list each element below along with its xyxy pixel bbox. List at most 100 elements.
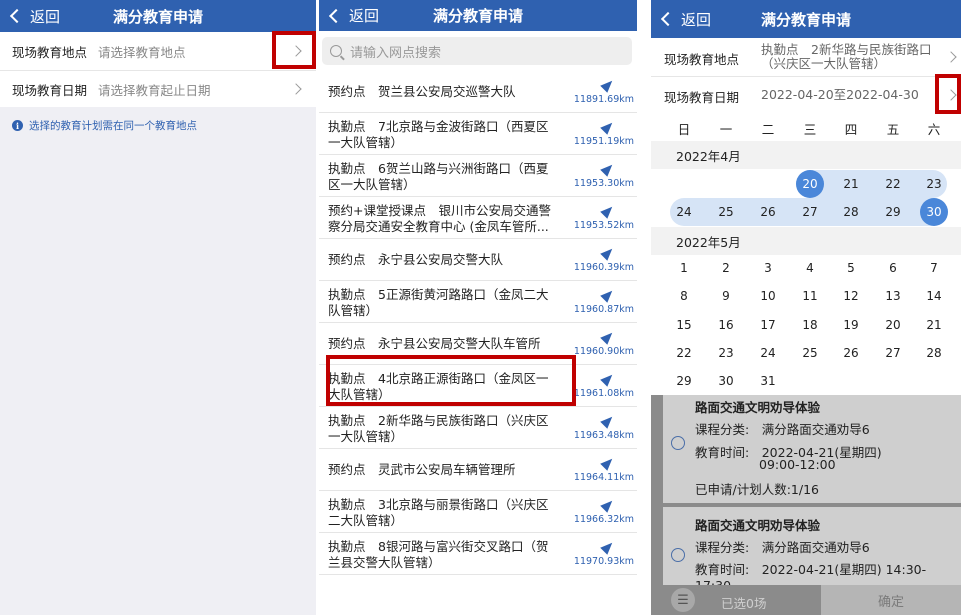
site-list-item[interactable]: 执勤点 3北京路与丽景街路口（兴庆区 二大队管辖） 11966.32km xyxy=(319,491,637,533)
back-button[interactable]: 返回 xyxy=(659,0,711,38)
calendar-day[interactable]: 30 xyxy=(920,198,948,226)
site-list-item[interactable]: 执勤点 6贺兰山路与兴洲街路口（西夏 区一大队管辖） 11953.30km xyxy=(319,155,637,197)
course-card[interactable]: 路面交通文明劝导体验 课程分类: 满分路面交通劝导6 教育时间: 2022-04… xyxy=(663,395,961,503)
calendar-day[interactable]: 27 xyxy=(796,198,824,226)
calendar-day[interactable]: 6 xyxy=(879,254,907,282)
panel-education-form: 返回 满分教育申请 现场教育地点 请选择教育地点 现场教育日期 请选择教育起止日… xyxy=(0,0,316,615)
bottom-bar: ☰ 已选0场 确定 xyxy=(651,585,961,615)
site-list-item[interactable]: 执勤点 5正源街黄河路路口（金凤二大 队管辖） 11960.87km xyxy=(319,281,637,323)
search-input[interactable]: 请输入网点搜索 xyxy=(322,37,632,65)
calendar-day[interactable]: 13 xyxy=(879,282,907,310)
calendar-day[interactable]: 1 xyxy=(670,254,698,282)
weekday-header: 日一二三四五六 xyxy=(651,115,961,139)
location-arrow-icon xyxy=(600,77,616,93)
date-select-row[interactable]: 现场教育日期 请选择教育起止日期 xyxy=(0,71,316,107)
calendar-day[interactable]: 22 xyxy=(879,170,907,198)
date-select-row[interactable]: 现场教育日期 2022-04-20至2022-04-30 xyxy=(651,77,961,114)
location-arrow-icon xyxy=(600,245,616,261)
calendar-day[interactable]: 28 xyxy=(920,339,948,367)
site-distance: 11960.87km xyxy=(573,304,634,315)
calendar-day[interactable]: 10 xyxy=(754,282,782,310)
calendar-day[interactable]: 22 xyxy=(670,339,698,367)
list-icon[interactable]: ☰ xyxy=(671,588,695,612)
calendar-day[interactable]: 27 xyxy=(879,339,907,367)
course-radio[interactable] xyxy=(671,436,685,450)
calendar-day[interactable]: 24 xyxy=(670,198,698,226)
calendar-day[interactable]: 11 xyxy=(796,282,824,310)
panel-site-search: 返回 满分教育申请 请输入网点搜索 预约点 贺兰县公安局交巡警大队 11891.6… xyxy=(319,0,637,615)
location-arrow-icon xyxy=(600,203,616,219)
calendar-day[interactable]: 16 xyxy=(712,311,740,339)
calendar-day[interactable]: 28 xyxy=(837,198,865,226)
back-button[interactable]: 返回 xyxy=(8,0,60,32)
calendar-day[interactable]: 24 xyxy=(754,339,782,367)
calendar-day[interactable]: 8 xyxy=(670,282,698,310)
calendar-day[interactable]: 9 xyxy=(712,282,740,310)
nav-bar: 返回 满分教育申请 xyxy=(0,0,316,32)
highlight-box xyxy=(272,31,316,69)
site-list-item[interactable]: 预约+课堂授课点 银川市公安局交通警 察分局交通安全教育中心 (金凤车管所... 1… xyxy=(319,197,637,239)
calendar-day[interactable]: 7 xyxy=(920,254,948,282)
course-radio[interactable] xyxy=(671,548,685,562)
calendar-day[interactable]: 23 xyxy=(712,339,740,367)
month-header-april: 2022年4月 xyxy=(651,141,961,169)
course-card[interactable]: 路面交通文明劝导体验 课程分类: 满分路面交通劝导6 教育时间: 2022-04… xyxy=(663,507,961,593)
calendar-day[interactable]: 23 xyxy=(920,170,948,198)
calendar-day[interactable]: 4 xyxy=(796,254,824,282)
calendar-day[interactable]: 21 xyxy=(920,311,948,339)
calendar-day[interactable]: 12 xyxy=(837,282,865,310)
site-name: 预约点 永宁县公安局交警大队 xyxy=(328,252,504,267)
site-list-item[interactable]: 预约点 贺兰县公安局交巡警大队 11891.69km xyxy=(319,71,637,113)
calendar-day[interactable]: 15 xyxy=(670,311,698,339)
site-list-item[interactable]: 执勤点 7北京路与金波街路口（西夏区 一大队管辖） 11951.19km xyxy=(319,113,637,155)
location-arrow-icon xyxy=(600,119,616,135)
location-value-line2: （兴庆区一大队管辖） xyxy=(761,56,887,71)
back-label: 返回 xyxy=(349,7,380,25)
selection-summary: ☰ 已选0场 xyxy=(651,585,821,615)
calendar-day[interactable]: 25 xyxy=(796,339,824,367)
confirm-button[interactable]: 确定 xyxy=(821,585,961,615)
nav-bar: 返回 满分教育申请 xyxy=(651,0,961,38)
calendar-day[interactable]: 20 xyxy=(879,311,907,339)
chevron-left-icon xyxy=(9,8,25,24)
calendar-day[interactable]: 21 xyxy=(837,170,865,198)
site-list-item[interactable]: 预约点 永宁县公安局交警大队 11960.39km xyxy=(319,239,637,281)
chevron-right-icon[interactable] xyxy=(945,51,957,63)
location-select-row[interactable]: 现场教育地点 请选择教育地点 xyxy=(0,32,316,70)
course-title: 路面交通文明劝导体验 xyxy=(695,400,821,415)
site-distance: 11960.39km xyxy=(573,262,634,273)
calendar-day[interactable]: 18 xyxy=(796,311,824,339)
calendar-day[interactable]: 25 xyxy=(712,198,740,226)
site-list-item[interactable]: 执勤点 2新华路与民族街路口（兴庆区 一大队管辖） 11963.48km xyxy=(319,407,637,449)
search-placeholder: 请输入网点搜索 xyxy=(350,45,442,61)
site-name: 执勤点 6贺兰山路与兴洲街路口（西夏 xyxy=(328,161,549,176)
calendar-day[interactable]: 14 xyxy=(920,282,948,310)
site-list-item[interactable]: 执勤点 8银河路与富兴街交叉路口（贺 兰县交警大队管辖） 11970.93km xyxy=(319,533,637,575)
location-select-row[interactable]: 现场教育地点 执勤点 2新华路与民族街路口 （兴庆区一大队管辖） xyxy=(651,38,961,75)
calendar-day[interactable]: 29 xyxy=(670,367,698,395)
calendar-day[interactable]: 2 xyxy=(712,254,740,282)
highlight-box xyxy=(326,355,576,406)
search-bar: 请输入网点搜索 xyxy=(319,31,637,71)
calendar-day[interactable]: 3 xyxy=(754,254,782,282)
site-distance: 11953.30km xyxy=(573,178,634,189)
site-list-item[interactable]: 预约点 灵武市公安局车辆管理所 11964.11km xyxy=(319,449,637,491)
calendar-day[interactable]: 26 xyxy=(754,198,782,226)
calendar-day[interactable]: 26 xyxy=(837,339,865,367)
course-category: 课程分类: 满分路面交通劝导6 xyxy=(695,422,870,437)
calendar-day[interactable]: 29 xyxy=(879,198,907,226)
calendar-day[interactable]: 19 xyxy=(837,311,865,339)
calendar-day[interactable]: 5 xyxy=(837,254,865,282)
course-enrollment: 已申请/计划人数:1/16 xyxy=(695,482,819,497)
back-button[interactable]: 返回 xyxy=(327,0,379,31)
weekday-label: 一 xyxy=(719,122,733,137)
calendar-day[interactable]: 31 xyxy=(754,367,782,395)
calendar-day[interactable]: 17 xyxy=(754,311,782,339)
calendar-day[interactable]: 20 xyxy=(796,170,824,198)
weekday-label: 四 xyxy=(844,122,858,137)
site-distance: 11970.93km xyxy=(573,556,634,567)
notice-text: 选择的教育计划需在同一个教育地点 xyxy=(29,120,197,132)
search-icon xyxy=(330,45,342,57)
date-placeholder: 请选择教育起止日期 xyxy=(98,82,211,98)
calendar-day[interactable]: 30 xyxy=(712,367,740,395)
